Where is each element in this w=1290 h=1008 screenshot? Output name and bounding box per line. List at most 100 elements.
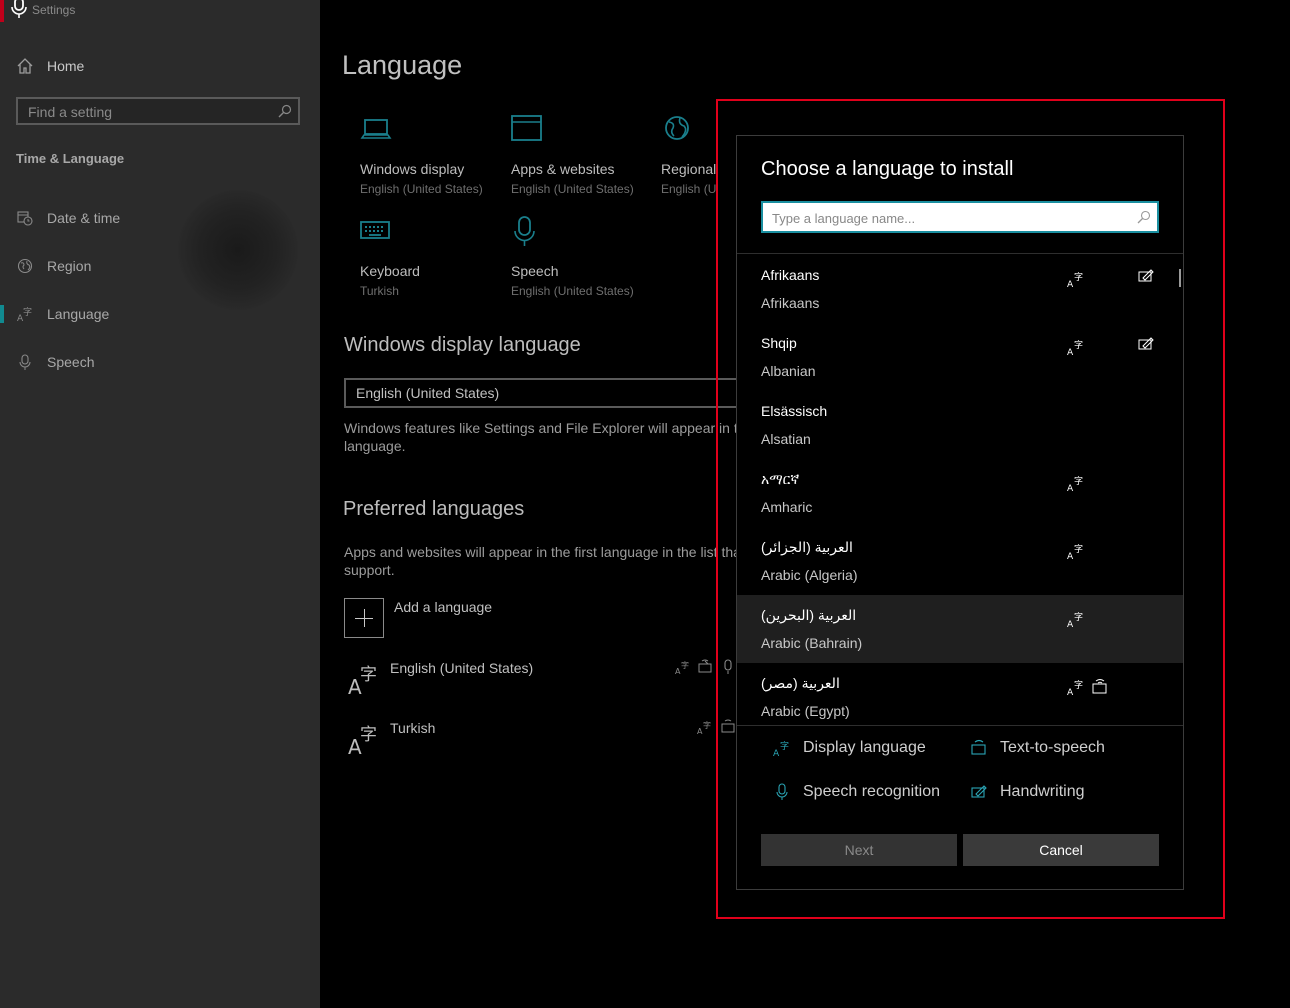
choose-language-dialog: Choose a language to install Afrikaans A… xyxy=(736,135,1184,890)
handwriting-icon xyxy=(1138,269,1154,282)
tile-regional-format[interactable]: Regional for English (Unite xyxy=(661,114,716,196)
tile-subtitle: English (United States) xyxy=(511,284,634,298)
microphone-icon xyxy=(11,0,27,18)
display-language-icon: A 字 xyxy=(1067,475,1083,492)
search-icon[interactable] xyxy=(278,104,292,118)
svg-text:字: 字 xyxy=(1074,543,1083,555)
preferred-language-name: English (United States) xyxy=(390,660,534,676)
display-language-icon: A 字 xyxy=(697,720,711,735)
display-language-dropdown[interactable]: English (United States) xyxy=(344,378,744,408)
preferred-language-row[interactable]: A 字 English (United States) A 字 xyxy=(344,658,734,698)
list-item[interactable]: Afrikaans Afrikaans A 字 xyxy=(737,255,1183,323)
next-button[interactable]: Next xyxy=(761,834,957,866)
sidebar-item-language[interactable]: A 字 Language xyxy=(0,297,320,331)
search-icon[interactable] xyxy=(1137,210,1151,224)
svg-text:A: A xyxy=(1067,620,1074,628)
list-item[interactable]: Elsässisch Alsatian xyxy=(737,391,1183,459)
preferred-language-row[interactable]: A 字 Turkish A 字 xyxy=(344,718,735,758)
dialog-title: Choose a language to install xyxy=(761,158,1014,180)
window-title: Settings xyxy=(32,3,76,17)
language-list: Afrikaans Afrikaans A 字 Shqip Albanian A… xyxy=(737,255,1183,725)
tile-windows-display[interactable]: Windows display English (United States) xyxy=(360,114,505,196)
find-setting-box xyxy=(16,97,300,125)
description-line: Apps and websites will appear in the fir… xyxy=(344,544,741,560)
sidebar-item-label: Date & time xyxy=(47,210,121,226)
cancel-button[interactable]: Cancel xyxy=(963,834,1159,866)
language-native-name: Afrikaans xyxy=(761,267,820,283)
section-title: Time & Language xyxy=(16,151,125,166)
home-icon xyxy=(17,58,33,74)
handwriting-icon xyxy=(971,785,987,798)
description-line: support. xyxy=(344,562,395,578)
tile-keyboard[interactable]: Keyboard Turkish xyxy=(360,216,505,298)
legend-label: Handwriting xyxy=(1000,783,1085,800)
list-bottom-divider xyxy=(737,725,1183,726)
settings-sidebar: Settings Home Time & Language Date & tim… xyxy=(0,0,320,1008)
svg-text:字: 字 xyxy=(360,725,377,745)
legend-label: Text-to-speech xyxy=(1000,739,1105,756)
preferred-languages-description: Apps and websites will appear in the fir… xyxy=(344,543,741,579)
svg-text:A: A xyxy=(1067,348,1074,356)
add-language-label[interactable]: Add a language xyxy=(394,599,492,615)
list-item[interactable]: العربية (البحرين) Arabic (Bahrain) A 字 xyxy=(737,595,1183,663)
language-native-name: العربية (الجزائر) xyxy=(761,539,853,555)
svg-text:A: A xyxy=(1067,688,1074,696)
tile-speech[interactable]: Speech English (United States) xyxy=(511,216,656,298)
tile-subtitle: Turkish xyxy=(360,284,399,298)
find-setting-input[interactable] xyxy=(18,99,280,125)
display-language-heading: Windows display language xyxy=(344,334,581,356)
tile-apps-websites[interactable]: Apps & websites English (United States) xyxy=(511,114,656,196)
home-nav-item[interactable]: Home xyxy=(16,52,84,80)
globe-icon xyxy=(17,258,33,274)
language-english-name: Albanian xyxy=(761,363,816,379)
tile-subtitle: English (United States) xyxy=(511,182,634,196)
tile-name: Apps & websites xyxy=(511,161,615,177)
language-english-name: Arabic (Egypt) xyxy=(761,703,850,719)
text-to-speech-icon xyxy=(1092,679,1107,694)
list-item[interactable]: Shqip Albanian A 字 xyxy=(737,323,1183,391)
list-top-divider xyxy=(737,253,1183,254)
sidebar-item-speech[interactable]: Speech xyxy=(0,345,320,379)
title-accent xyxy=(0,0,4,22)
text-to-speech-icon xyxy=(698,659,712,673)
svg-text:A: A xyxy=(773,749,780,757)
dropdown-value: English (United States) xyxy=(356,385,500,401)
display-language-icon: A 字 xyxy=(1067,271,1083,288)
page-title: Language xyxy=(342,50,463,80)
display-language-icon: A 字 xyxy=(1067,679,1083,696)
list-item[interactable]: አማርኛ Amharic A 字 xyxy=(737,459,1183,527)
sidebar-item-label: Speech xyxy=(47,354,95,370)
preferred-language-name: Turkish xyxy=(390,720,436,736)
microphone-icon xyxy=(776,783,788,800)
laptop-icon xyxy=(360,119,392,139)
handwriting-icon xyxy=(1138,337,1154,350)
display-language-description: Windows features like Settings and File … xyxy=(344,419,746,455)
language-english-name: Afrikaans xyxy=(761,295,820,311)
add-language-button[interactable] xyxy=(344,598,384,638)
browser-window-icon xyxy=(511,115,542,141)
language-search-input[interactable] xyxy=(763,203,1134,233)
preferred-languages-heading: Preferred languages xyxy=(343,498,525,520)
display-language-icon: A 字 xyxy=(773,740,789,757)
text-to-speech-icon xyxy=(971,739,986,755)
list-scrollbar[interactable] xyxy=(1179,269,1181,287)
globe-icon xyxy=(665,116,689,140)
svg-text:字: 字 xyxy=(1074,611,1083,623)
language-english-name: Alsatian xyxy=(761,431,811,447)
language-native-name: Shqip xyxy=(761,335,797,351)
list-item[interactable]: العربية (الجزائر) Arabic (Algeria) A 字 xyxy=(737,527,1183,595)
display-language-icon: A 字 xyxy=(1067,543,1083,560)
svg-text:字: 字 xyxy=(1074,271,1083,283)
list-item[interactable]: العربية (مصر) Arabic (Egypt) A 字 xyxy=(737,663,1183,725)
sidebar-item-date-time[interactable]: Date & time xyxy=(0,201,320,235)
language-icon: A 字 xyxy=(17,306,32,322)
language-english-name: Arabic (Algeria) xyxy=(761,567,858,583)
language-icon: A 字 xyxy=(348,665,377,696)
sidebar-item-label: Language xyxy=(47,306,110,322)
description-line: Windows features like Settings and File … xyxy=(344,420,746,436)
svg-text:字: 字 xyxy=(1074,679,1083,691)
tile-name: Speech xyxy=(511,263,559,279)
svg-text:字: 字 xyxy=(23,306,32,318)
sidebar-item-region[interactable]: Region xyxy=(0,249,320,283)
svg-text:A: A xyxy=(1067,484,1074,492)
